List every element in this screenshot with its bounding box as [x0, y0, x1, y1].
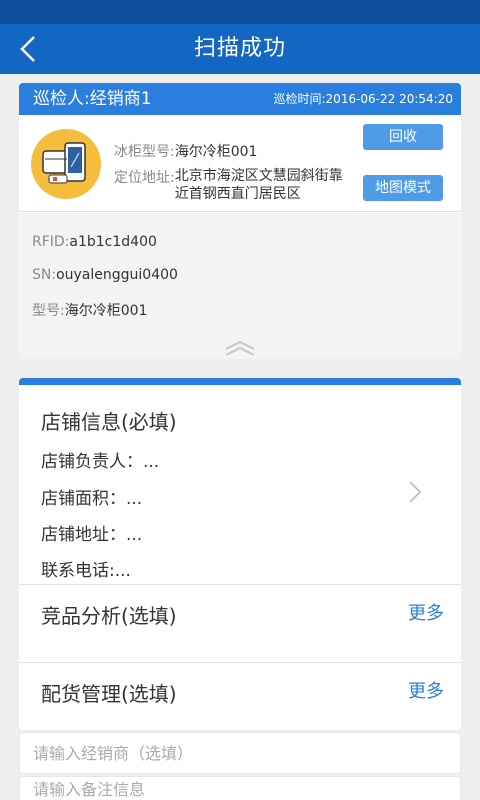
page-title: 扫描成功 — [193, 36, 286, 61]
fridge-address-value: 北京市海淀区文慧园斜街靠近首钢西直门居民区 — [174, 168, 343, 202]
competitor-more-link[interactable]: 更多 — [408, 599, 444, 625]
fridge-details: RFID:a1b1c1d400 SN:ouyalenggui0400 型号:海尔… — [19, 213, 461, 359]
shop-phone: 联系电话:... — [41, 561, 131, 581]
chevron-up-icon[interactable] — [223, 339, 257, 357]
distribution-section: 配货管理(选填) 更多 — [19, 663, 461, 730]
inspector-label: 巡检人:经销商1 — [33, 89, 152, 109]
fridge-card: 巡检人:经销商1 巡检时间:2016-06-22 20:54:20 冰柜型号:海… — [19, 83, 461, 359]
dealer-input[interactable]: 请输入经销商（选填） — [19, 732, 461, 774]
inspection-header: 巡检人:经销商1 巡检时间:2016-06-22 20:54:20 — [19, 83, 461, 115]
type-row: 型号:海尔冷柜001 — [32, 300, 147, 320]
rfid-label: RFID: — [32, 234, 70, 250]
recycle-button[interactable]: 回收 — [363, 124, 443, 150]
fridge-card-icon — [31, 129, 101, 199]
type-label: 型号: — [32, 303, 65, 319]
remark-input[interactable]: 请输入备注信息 — [19, 776, 461, 800]
shop-area: 店铺面积：... — [41, 489, 143, 509]
fridge-model: 冰柜型号:海尔冷柜001 — [114, 141, 257, 161]
sn-value: ouyalenggui0400 — [56, 267, 178, 283]
map-mode-button[interactable]: 地图模式 — [363, 175, 443, 201]
card-top-bar — [19, 378, 461, 385]
distribution-more-link[interactable]: 更多 — [408, 677, 444, 703]
status-bar — [0, 0, 480, 24]
fridge-address-label: 定位地址: — [114, 170, 175, 186]
sn-label: SN: — [32, 267, 57, 283]
rfid-value: a1b1c1d400 — [69, 234, 157, 250]
shop-address: 店铺地址：... — [41, 525, 143, 545]
competitor-section: 竞品分析(选填) 更多 — [19, 585, 461, 663]
distribution-title: 配货管理(选填) — [41, 682, 177, 706]
chevron-right-icon[interactable] — [407, 479, 423, 505]
type-value: 海尔冷柜001 — [64, 303, 148, 319]
info-card: 店铺信息(必填) 店铺负责人：... 店铺面积：... 店铺地址：... 联系电… — [19, 378, 461, 730]
shop-info-section[interactable]: 店铺信息(必填) 店铺负责人：... 店铺面积：... 店铺地址：... 联系电… — [19, 385, 461, 585]
sn-row: SN:ouyalenggui0400 — [32, 267, 178, 283]
competitor-title: 竞品分析(选填) — [41, 604, 177, 628]
rfid-row: RFID:a1b1c1d400 — [32, 234, 157, 250]
fridge-model-label: 冰柜型号: — [114, 144, 175, 160]
fridge-model-value: 海尔冷柜001 — [174, 144, 258, 160]
fridge-address: 定位地址: 北京市海淀区文慧园斜街靠近首钢西直门居民区 — [114, 167, 345, 203]
shop-info-title: 店铺信息(必填) — [41, 410, 177, 434]
nav-bar: 扫描成功 — [0, 24, 480, 74]
inspection-time: 巡检时间:2016-06-22 20:54:20 — [273, 92, 454, 106]
fridge-info: 冰柜型号:海尔冷柜001 定位地址: 北京市海淀区文慧园斜街靠近首钢西直门居民区… — [19, 115, 461, 212]
shop-owner: 店铺负责人：... — [41, 452, 160, 472]
